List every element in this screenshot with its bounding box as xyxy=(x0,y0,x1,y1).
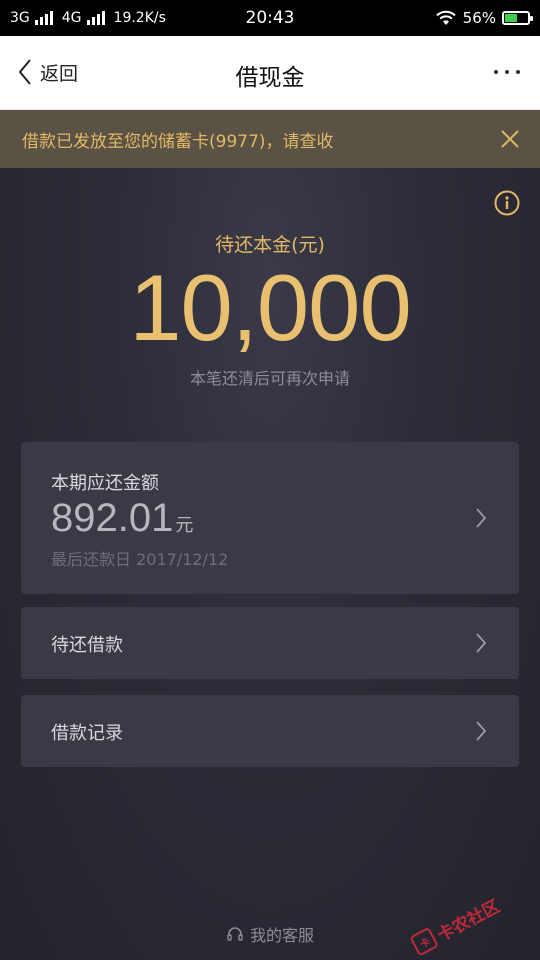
loan-records-label: 借款记录 xyxy=(51,723,123,744)
back-label: 返回 xyxy=(40,62,79,85)
principal-label: 待还本金(元) xyxy=(215,234,325,256)
chevron-right-icon xyxy=(476,633,487,653)
more-dot-icon xyxy=(494,70,498,74)
watermark-seal-icon: 卡 xyxy=(409,926,440,957)
info-icon[interactable] xyxy=(494,190,520,216)
network-3g-label: 3G xyxy=(10,10,30,26)
due-date: 最后还款日 2017/12/12 xyxy=(51,550,229,569)
pending-loans-label: 待还借款 xyxy=(51,635,123,656)
network-speed: 19.2K/s xyxy=(113,10,166,26)
headset-icon xyxy=(227,927,243,941)
battery-icon xyxy=(502,11,533,25)
chevron-right-icon xyxy=(476,721,487,741)
main-content: 待还本金(元) 10,000 本笔还清后可再次申请 本期应还金额 892.01 元… xyxy=(0,168,540,960)
customer-service-label: 我的客服 xyxy=(249,926,314,945)
battery-fill xyxy=(505,14,518,22)
chevron-right-icon xyxy=(476,508,487,528)
back-button[interactable]: 返回 xyxy=(18,58,78,86)
repay-amount-unit: 元 xyxy=(175,515,194,535)
page-title: 借现金 xyxy=(235,65,305,91)
wifi-icon xyxy=(435,10,456,25)
more-options-button[interactable] xyxy=(494,70,520,74)
principal-subtext: 本笔还清后可再次申请 xyxy=(189,369,350,388)
status-bar: 3G 4G 19.2K/s 20:43 56% xyxy=(0,0,540,36)
signal-bars-icon xyxy=(34,11,53,25)
notice-text: 借款已发放至您的储蓄卡(9977)，请查收 xyxy=(22,131,334,152)
nav-bar: 返回 借现金 xyxy=(0,36,540,110)
current-period-title: 本期应还金额 xyxy=(51,473,159,494)
more-dot-icon xyxy=(505,70,509,74)
loan-records-item[interactable]: 借款记录 xyxy=(21,695,519,767)
notice-banner: 借款已发放至您的储蓄卡(9977)，请查收 xyxy=(0,110,540,168)
repay-amount-value: 892.01 xyxy=(51,496,174,540)
current-period-amount: 892.01 元 xyxy=(51,496,193,541)
status-right: 56% xyxy=(435,9,533,27)
principal-amount: 10,000 xyxy=(129,255,412,360)
close-icon[interactable] xyxy=(500,129,520,149)
signal-bars-icon xyxy=(86,11,105,25)
network-4g-label: 4G xyxy=(61,10,82,26)
battery-percent: 56% xyxy=(462,9,496,27)
more-dot-icon xyxy=(516,70,520,74)
pending-loans-item[interactable]: 待还借款 xyxy=(21,607,519,679)
chevron-left-icon xyxy=(18,59,31,85)
watermark-logo: 卡 卡农社区 xyxy=(405,878,521,960)
current-period-card[interactable]: 本期应还金额 892.01 元 最后还款日 2017/12/12 xyxy=(21,442,519,594)
status-left: 3G 4G 19.2K/s xyxy=(10,10,166,26)
